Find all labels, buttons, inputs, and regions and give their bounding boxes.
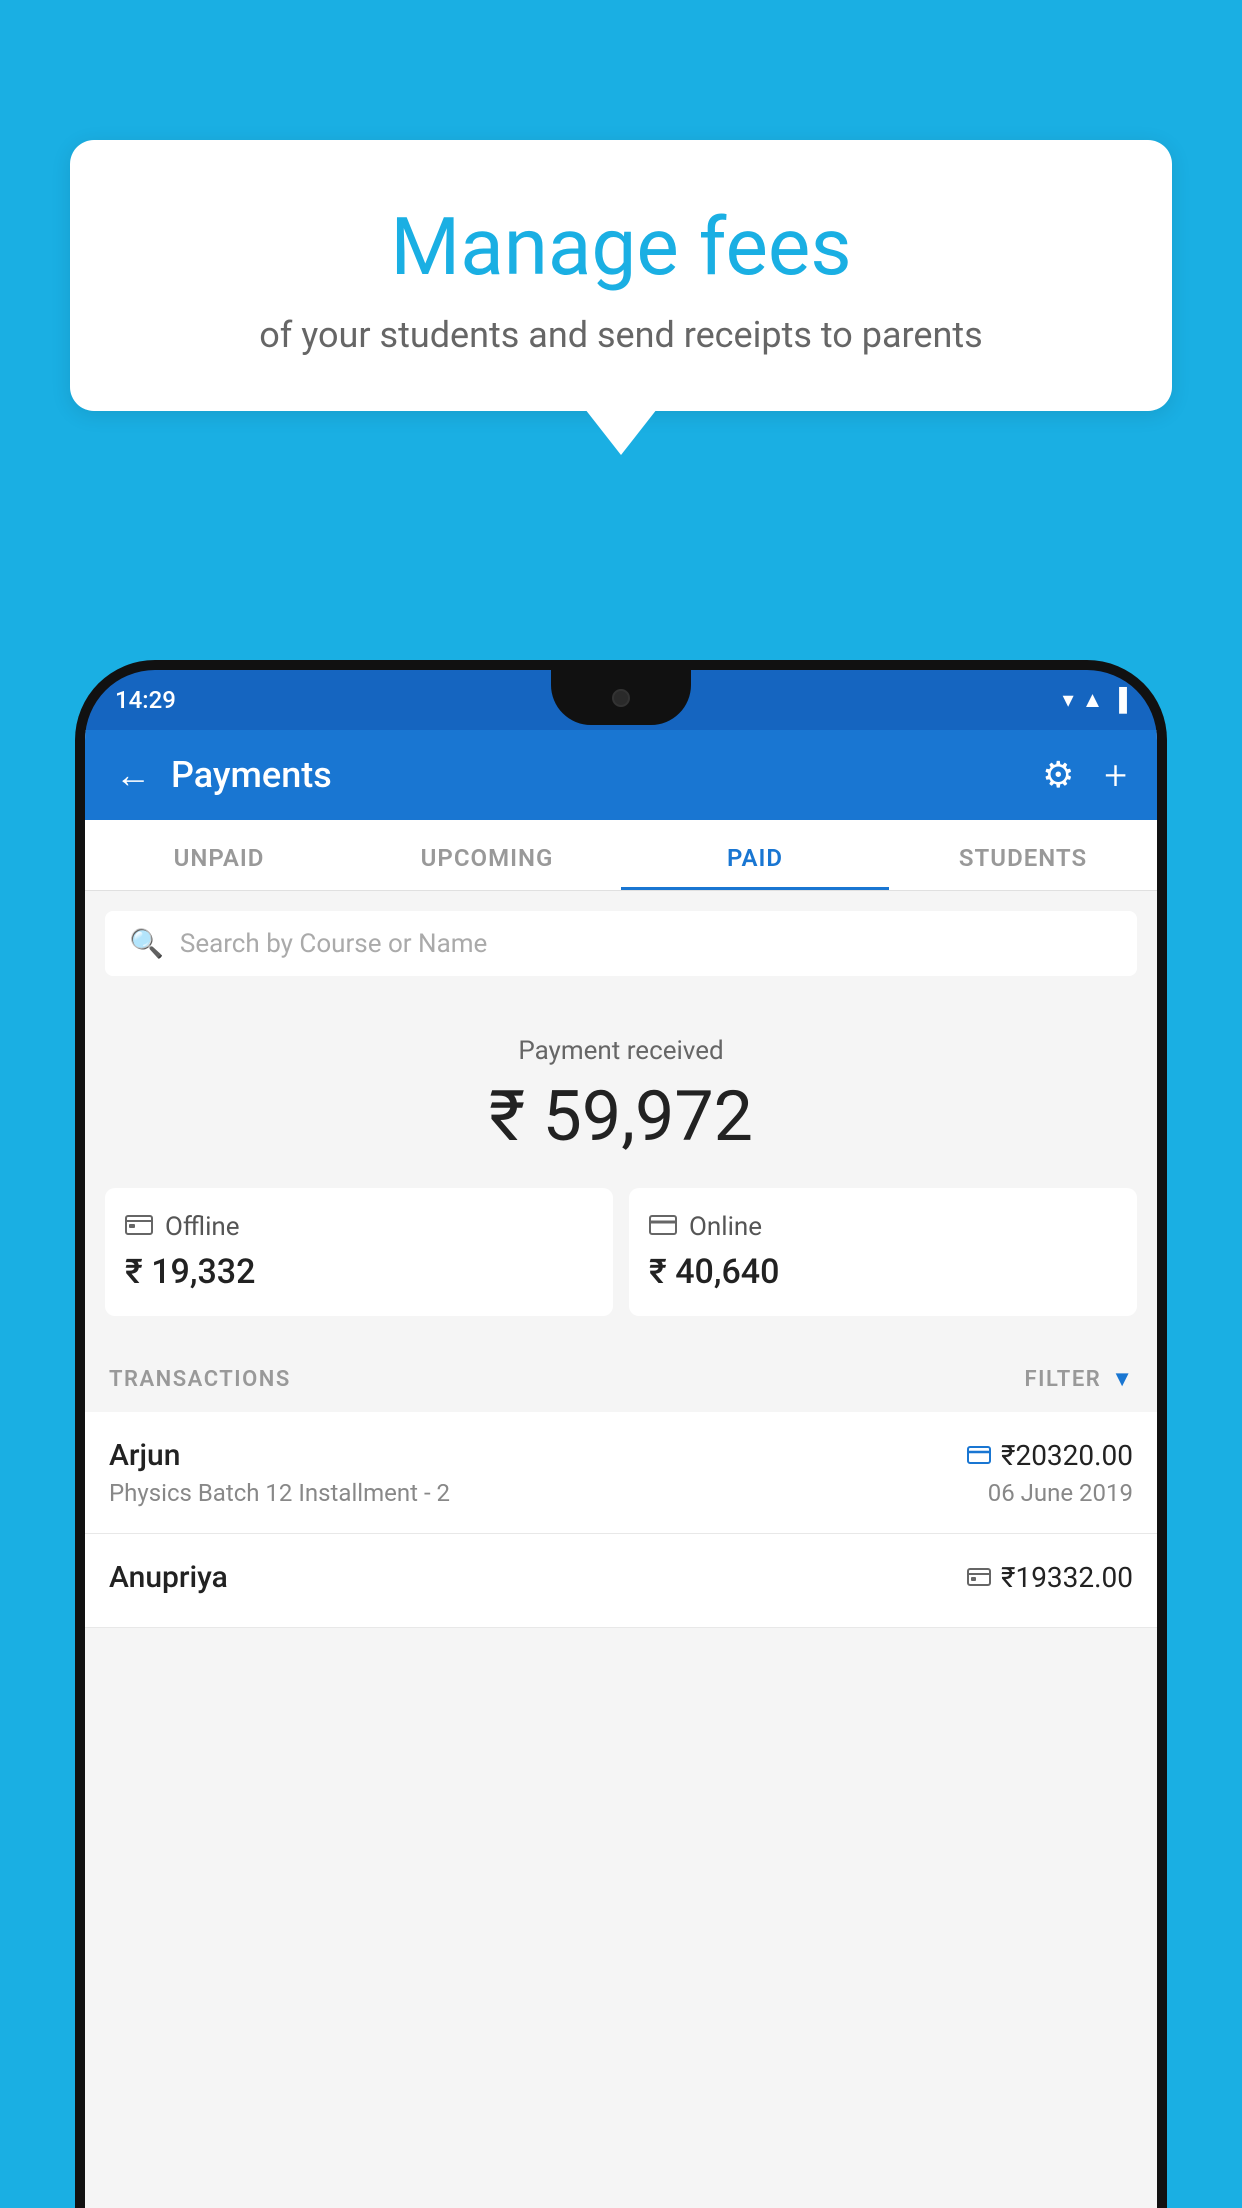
status-icons: ▾ ▲ ▐: [1063, 687, 1127, 713]
phone-inner: 14:29 ▾ ▲ ▐ ← Payments ⚙ +: [85, 670, 1157, 2208]
back-button[interactable]: ←: [115, 754, 151, 796]
transaction-name: Arjun: [109, 1438, 180, 1473]
offline-card-top: Offline: [125, 1212, 593, 1242]
speech-bubble-container: Manage fees of your students and send re…: [70, 140, 1172, 411]
speech-bubble-title: Manage fees: [120, 200, 1122, 294]
transaction-row[interactable]: Arjun ₹20320.00 Physics: [85, 1412, 1157, 1534]
transaction-amount-wrap: ₹20320.00: [967, 1439, 1133, 1472]
offline-icon: [125, 1212, 153, 1242]
transactions-header: TRANSACTIONS FILTER ▼: [85, 1346, 1157, 1412]
wifi-icon: ▾: [1063, 688, 1074, 713]
tab-paid[interactable]: PAID: [621, 820, 889, 890]
app-bar: ← Payments ⚙ +: [85, 730, 1157, 820]
tab-unpaid[interactable]: UNPAID: [85, 820, 353, 890]
phone-frame: 14:29 ▾ ▲ ▐ ← Payments ⚙ +: [75, 660, 1167, 2208]
search-input[interactable]: Search by Course or Name: [180, 929, 487, 959]
transaction-course: Physics Batch 12 Installment - 2: [109, 1479, 450, 1507]
payment-received-section: Payment received ₹ 59,972: [85, 996, 1157, 1188]
card-payment-icon: [967, 1442, 991, 1470]
offline-amount: ₹ 19,332: [125, 1252, 593, 1292]
transaction-date: 06 June 2019: [988, 1479, 1133, 1507]
online-card: Online ₹ 40,640: [629, 1188, 1137, 1316]
payment-received-amount: ₹ 59,972: [105, 1076, 1137, 1158]
phone-notch: [551, 670, 691, 725]
battery-icon: ▐: [1111, 687, 1127, 713]
offline-card: Offline ₹ 19,332: [105, 1188, 613, 1316]
app-bar-title: Payments: [171, 754, 332, 796]
payment-received-label: Payment received: [105, 1036, 1137, 1066]
transaction-top: Arjun ₹20320.00: [109, 1438, 1133, 1473]
settings-icon[interactable]: ⚙: [1042, 754, 1074, 796]
speech-bubble: Manage fees of your students and send re…: [70, 140, 1172, 411]
filter-icon[interactable]: ▼: [1111, 1366, 1133, 1392]
filter-wrap[interactable]: FILTER ▼: [1025, 1366, 1133, 1392]
app-bar-left: ← Payments: [115, 754, 332, 796]
screen-content: ← Payments ⚙ + UNPAID UPCOMING PAID STUD…: [85, 730, 1157, 2208]
tab-students[interactable]: STUDENTS: [889, 820, 1157, 890]
add-icon[interactable]: +: [1104, 752, 1127, 799]
camera: [612, 689, 630, 707]
transaction-row[interactable]: Anupriya ₹19332.00: [85, 1534, 1157, 1628]
search-bar[interactable]: 🔍 Search by Course or Name: [105, 911, 1137, 976]
transaction-name: Anupriya: [109, 1560, 228, 1595]
filter-label: FILTER: [1025, 1367, 1102, 1392]
online-icon: [649, 1212, 677, 1242]
speech-bubble-subtitle: of your students and send receipts to pa…: [120, 314, 1122, 356]
transactions-label: TRANSACTIONS: [109, 1367, 291, 1392]
transaction-amount: ₹20320.00: [1001, 1439, 1133, 1472]
cash-payment-icon: [967, 1564, 991, 1592]
online-card-top: Online: [649, 1212, 1117, 1242]
tab-upcoming[interactable]: UPCOMING: [353, 820, 621, 890]
offline-method-label: Offline: [165, 1212, 240, 1242]
transaction-bottom: Physics Batch 12 Installment - 2 06 June…: [109, 1479, 1133, 1507]
search-icon: 🔍: [129, 927, 164, 960]
online-amount: ₹ 40,640: [649, 1252, 1117, 1292]
app-bar-right: ⚙ +: [1042, 752, 1127, 799]
transaction-amount-wrap: ₹19332.00: [967, 1561, 1133, 1594]
app-content: 🔍 Search by Course or Name Payment recei…: [85, 891, 1157, 1628]
online-method-label: Online: [689, 1212, 762, 1242]
transaction-amount: ₹19332.00: [1001, 1561, 1133, 1594]
tabs-bar: UNPAID UPCOMING PAID STUDENTS: [85, 820, 1157, 891]
payment-cards: Offline ₹ 19,332 Online: [85, 1188, 1157, 1346]
transaction-top: Anupriya ₹19332.00: [109, 1560, 1133, 1595]
signal-icon: ▲: [1082, 687, 1104, 713]
status-time: 14:29: [115, 686, 176, 714]
